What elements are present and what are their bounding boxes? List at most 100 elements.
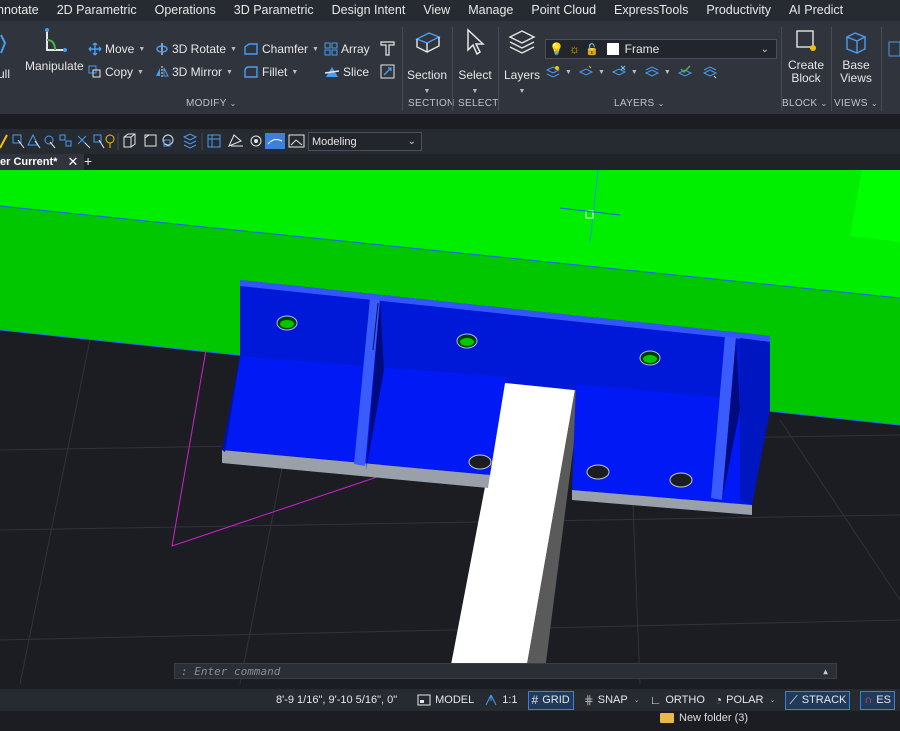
copy-label: Copy — [105, 65, 134, 79]
render-icon — [228, 134, 243, 147]
menu-bar: nnotate 2D Parametric Operations 3D Para… — [0, 0, 900, 21]
ortho-icon: ∟ — [649, 693, 662, 707]
status-bar: 8'-9 1/16", 9'-10 5/16", 0" MODEL 1:1 # … — [0, 689, 900, 711]
lock-icon: 🔓 — [584, 43, 599, 56]
snap-icon: ⋕ — [583, 693, 594, 707]
layer-freeze-icon[interactable] — [611, 64, 627, 80]
model-space-icon — [417, 694, 431, 706]
group-layers[interactable]: LAYERS ⌄ — [614, 98, 665, 109]
create-block-label-2: Block — [791, 71, 821, 85]
pull-button[interactable]: ull — [0, 68, 10, 81]
ribbon-separator — [402, 27, 403, 111]
layer-walk-icon[interactable] — [702, 64, 718, 80]
t-shape-icon — [380, 41, 395, 56]
folder-item[interactable]: New folder (3) — [660, 712, 748, 724]
copy-button[interactable]: Copy ▼ — [88, 65, 144, 79]
layer-on-icon[interactable] — [578, 64, 594, 80]
ribbon-separator — [881, 27, 882, 111]
layer-isolate-icon[interactable] — [644, 64, 660, 80]
snap-quadrant-icon — [77, 135, 91, 149]
slice-button[interactable]: Slice — [324, 65, 369, 79]
model-label: MODEL — [435, 694, 475, 706]
expand-up-icon[interactable]: ▲ — [823, 667, 828, 676]
menu-2d-parametric[interactable]: 2D Parametric — [48, 0, 146, 21]
snap-toggle[interactable]: ⋕ SNAP ⌄ — [584, 693, 640, 707]
layer-state-icon[interactable] — [545, 64, 561, 80]
snap-intersection-icon — [93, 134, 105, 149]
slice-label: Slice — [343, 65, 370, 79]
menu-expresstools[interactable]: ExpressTools — [605, 0, 697, 21]
menu-productivity[interactable]: Productivity — [697, 0, 780, 21]
close-icon[interactable]: ✕ — [67, 154, 78, 170]
ortho-toggle[interactable]: ∟ ORTHO — [650, 693, 705, 707]
ribbon: ull Manipulate Move ▼ 3D Rotate ▼ Chamfer ▼… — [0, 21, 900, 114]
ribbon-separator — [452, 27, 453, 111]
lightbulb-icon: 💡 — [549, 42, 564, 56]
model-viewport[interactable] — [0, 170, 900, 684]
chevron-down-icon: ⌄ — [407, 136, 416, 147]
menu-annotate[interactable]: nnotate — [0, 0, 48, 21]
strack-toggle[interactable]: ⟋ STRACK — [785, 690, 851, 710]
esnap-label: ES — [876, 694, 891, 706]
layer-match-icon[interactable] — [677, 64, 693, 80]
model-toggle[interactable]: MODEL — [417, 694, 474, 706]
esnap-toggle[interactable]: ∩ ES — [860, 690, 895, 710]
layers-button[interactable]: Layers ▼ — [501, 27, 543, 98]
menu-design-intent[interactable]: Design Intent — [323, 0, 415, 21]
ribbon-overflow-icon[interactable] — [886, 39, 900, 62]
manipulate-button[interactable]: Manipulate — [25, 26, 84, 73]
menu-manage[interactable]: Manage — [459, 0, 522, 21]
array-icon — [324, 42, 338, 56]
mirror3d-button[interactable]: 3D Mirror ▼ — [155, 65, 233, 79]
ribbon-gap — [0, 114, 900, 129]
section-label: Section — [406, 68, 448, 82]
magnet-icon: ∩ — [864, 694, 873, 706]
new-tab-icon[interactable]: + — [84, 153, 92, 169]
rotate3d-button[interactable]: 3D Rotate ▼ — [155, 42, 237, 56]
command-line[interactable]: : Enter command ▲ — [174, 663, 837, 679]
hole-4 — [468, 454, 492, 470]
move-button[interactable]: Move ▼ — [88, 42, 145, 56]
fillet-button[interactable]: Fillet ▼ — [243, 65, 298, 79]
ortho-label: ORTHO — [665, 694, 705, 706]
layer-current-name: Frame — [624, 42, 660, 56]
t-tool-button[interactable] — [380, 40, 398, 56]
chamfer-icon — [244, 43, 258, 55]
document-tab[interactable]: er Current* ✕ — [0, 154, 85, 170]
annotation-scale[interactable]: 1:1 — [484, 693, 518, 707]
polar-toggle[interactable]: ◔ POLAR ⌄ — [715, 693, 775, 707]
snap-midpoint-icon — [27, 133, 41, 149]
pull-icon — [0, 33, 7, 58]
fillet-icon — [244, 66, 258, 78]
layers-stack-icon — [508, 30, 536, 54]
cursor-arrow-icon — [467, 28, 485, 56]
menu-3d-parametric[interactable]: 3D Parametric — [225, 0, 323, 21]
array-button[interactable]: Array — [324, 42, 370, 56]
ribbon-separator — [498, 27, 499, 111]
move-label: Move — [105, 42, 135, 56]
menu-operations[interactable]: Operations — [146, 0, 225, 21]
select-label: Select — [458, 68, 492, 82]
layer-dropdown[interactable]: 💡 ☼ 🔓 Frame ⌄ — [545, 39, 777, 59]
menu-view[interactable]: View — [414, 0, 459, 21]
snap-endpoint-icon — [12, 134, 25, 149]
menu-point-cloud[interactable]: Point Cloud — [522, 0, 605, 21]
scale-button[interactable] — [380, 64, 398, 79]
create-block-button[interactable]: Create Block — [784, 27, 828, 85]
hole-1-core — [280, 320, 294, 328]
workspace-dropdown[interactable]: Modeling ⌄ — [308, 132, 422, 151]
group-views[interactable]: VIEWS ⌄ — [834, 98, 878, 109]
create-block-icon — [796, 30, 816, 51]
grid-toggle[interactable]: # GRID — [527, 690, 574, 710]
group-block[interactable]: BLOCK ⌄ — [782, 98, 828, 109]
pull-label: ull — [0, 67, 11, 81]
select-button[interactable]: Select ▼ — [455, 27, 495, 98]
group-modify[interactable]: MODIFY ⌄ — [186, 98, 237, 109]
menu-ai-predict[interactable]: AI Predict — [780, 0, 852, 21]
slice-icon — [324, 67, 340, 77]
base-views-button[interactable]: Base Views — [834, 27, 878, 85]
layer-color-swatch — [606, 43, 619, 55]
chamfer-button[interactable]: Chamfer ▼ — [243, 42, 319, 56]
section-button[interactable]: Section ▼ — [405, 27, 449, 98]
blue-bracket-right-end — [740, 338, 770, 505]
